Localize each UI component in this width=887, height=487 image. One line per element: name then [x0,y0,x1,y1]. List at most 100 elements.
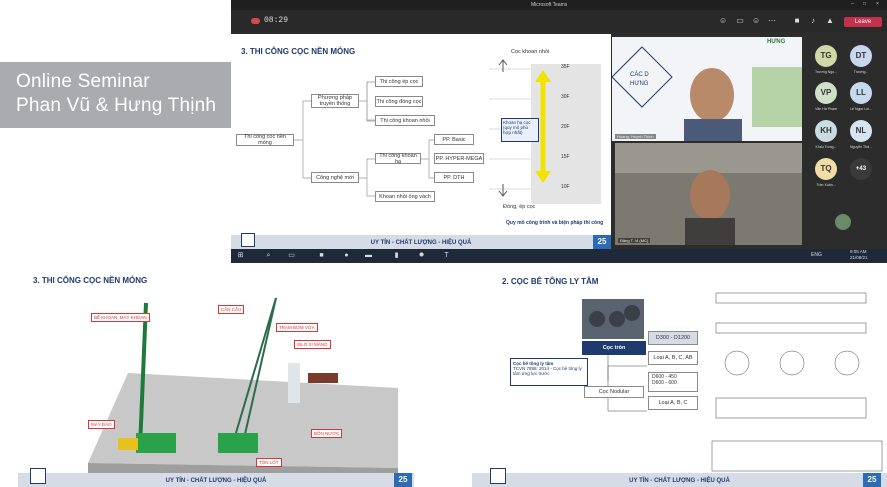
video-tile-presenter[interactable]: HƯNG CÁC D HƯNG Hoang, Huynh Thinh [612,37,802,141]
tree-branch-new-tech: Công nghệ mới [311,172,359,183]
participant-name: Nguyễn Thả... [850,145,872,149]
more-participants-button[interactable]: +43 [850,158,872,180]
tree-item-press: Thi công ép cọc [375,76,423,87]
participants-icon[interactable]: ☺ [719,17,727,25]
presenter-name: Hoang, Huynh Thinh [615,134,656,139]
seminar-title-banner: Online Seminar Phan Vũ & Hưng Thịnh [0,62,246,128]
slide-footer: UY TÍN - CHẤT LƯỢNG - HIỆU QUẢ [18,473,414,487]
camera-icon[interactable]: ■ [793,17,801,25]
nodular-pile-header: Cọc Nodular [584,386,644,398]
main-box-text: TCVN 7888: 2014 - Cọc bê tông ly tâm ứng… [513,366,582,376]
settings-icon[interactable]: ✹ [418,252,425,259]
teams-window: Microsoft Teams – □ × 08:29 ☺ ▭ ☺ ⋯ ■ ♪ … [231,0,887,263]
round-pile-header: Cọc tròn [582,341,646,355]
company-logo-icon [241,233,255,247]
tree-item-casing: Khoan nhồi ống vách [375,191,435,202]
label-excavator: MÁY ĐÀO [88,420,115,429]
outlook-icon[interactable]: ■ [318,252,325,259]
language-indicator[interactable]: ENG [811,252,822,258]
self-avatar[interactable] [835,214,851,230]
participant-avatar[interactable]: DT [850,45,872,67]
chrome-icon[interactable]: ● [343,252,350,259]
folder-icon[interactable]: ▬ [365,252,372,259]
clock-time[interactable]: 9:05 AM [850,249,867,254]
share-icon[interactable]: ▲ [826,17,834,25]
participant-name: Trương... [853,70,869,74]
tree-item-hyper-mega: PP. HYPER-MEGA [434,153,484,164]
tick-20f: 20F [561,124,570,130]
site-illustration [88,297,398,478]
start-icon[interactable]: ⊞ [237,252,244,259]
recording-icon [251,18,260,24]
participant-name: Văn Hà Phạm [815,107,837,111]
participant-name: Lê Ngọc Loi... [850,107,872,111]
shared-slide: 3. THI CÔNG CỌC NỀN MÓNG Thi công cọc nề… [231,34,611,249]
slide-footer: UY TÍN - CHẤT LƯỢNG - HIỆU QUẢ [472,473,887,487]
minimize-icon[interactable]: – [851,1,854,7]
label-grout-pump: TRẠM BƠM VỮA [276,323,318,332]
window-titlebar: Microsoft Teams – □ × [231,0,887,10]
app-icon[interactable]: ▮ [393,252,400,259]
tick-10f: 10F [561,184,570,190]
presenter-slide-fragment-line2: HƯNG [630,81,649,87]
tree-item-dth: PP. DTH [434,172,474,183]
participant-avatar[interactable]: LL [850,82,872,104]
nodular-spec-types: Loại A, B, C [648,396,698,410]
label-steel-plates: TÔN LÓT [256,458,282,467]
participant-avatar[interactable]: NL [850,120,872,142]
tree-item-drive: Thi công đóng cọc [375,96,423,107]
footer-slogan: UY TÍN - CHẤT LƯỢNG - HIỆU QUẢ [629,478,730,484]
leave-button[interactable]: Leave [844,17,882,27]
anniversary-badge: 25 [394,473,412,487]
tree-item-bored: Thi công khoan nhồi [375,115,435,126]
label-drill-rig: BỂ KHOAN, MÁY KHOAN [91,313,150,322]
slide-footer: UY TÍN - CHẤT LƯỢNG - HIỆU QUẢ [231,235,611,249]
participant-avatar[interactable]: KH [815,120,837,142]
task-view-icon[interactable]: ▭ [288,252,295,259]
scale-caption: Quy mô công trình và biện pháp thi công [506,220,604,226]
company-logo-icon [30,468,46,484]
anniversary-badge: 25 [863,473,881,487]
mc-video-scene [615,143,802,245]
clock-date[interactable]: 21/08/21 [850,255,868,260]
windows-taskbar: ⊞ ⌕ ▭ ■ ● ▬ ▮ ✹ T ENG 9:05 AM 21/08/21 [231,249,887,262]
company-logo-icon [490,468,506,484]
meeting-timer: 08:29 [264,16,289,25]
slide-spun-piles: 2. CỌC BÊ TÔNG LY TÂM Cọc bê tông ly tâm… [472,263,887,487]
main-info-box: Cọc bê tông ly tâm TCVN 7888: 2014 - Cọc… [510,358,588,386]
maximize-icon[interactable]: □ [863,1,866,7]
participant-name: Khấu Trung... [815,145,837,149]
participant-name: Trần Xuân... [816,183,836,187]
seminar-title-line2: Phan Vũ & Hưng Thịnh [16,95,217,116]
scale-top-label: Cọc khoan nhồi [511,49,550,55]
scale-bottom-label: Đóng, ép cọc [503,204,536,210]
presenter-slide-fragment-line1: CÁC D [630,72,649,78]
search-icon[interactable]: ⌕ [265,252,272,259]
anniversary-badge: 25 [593,235,611,249]
presenter-slide-fragment-title: HƯNG [767,39,786,45]
round-spec-types: Loại A, B, C, AB [648,351,698,365]
tick-30f: 30F [561,94,570,100]
footer-slogan: UY TÍN - CHẤT LƯỢNG - HIỆU QUẢ [165,478,267,484]
label-water-tank: BỒN NƯỚC [311,429,343,438]
window-title: Microsoft Teams [531,2,568,8]
seminar-title-line1: Online Seminar [16,71,150,92]
participant-avatar[interactable]: VP [815,82,837,104]
scale-mid-label: Khoan hạ cọc (quy mô phù hợp nhất) [501,118,539,142]
tree-item-drill-down: Thi công khoan hạ [375,153,421,165]
video-tile-mc[interactable]: Đặng T. Vi (MC) [615,143,802,245]
footer-slogan: UY TÍN - CHẤT LƯỢNG - HIỆU QUẢ [370,240,472,246]
more-actions-icon[interactable]: ⋯ [768,17,776,25]
chat-icon[interactable]: ▭ [736,17,744,25]
mic-icon[interactable]: ♪ [809,17,817,25]
reactions-icon[interactable]: ☺ [752,17,760,25]
close-icon[interactable]: × [876,1,879,7]
participant-avatar[interactable]: TG [815,45,837,67]
teams-taskbar-icon[interactable]: T [443,252,450,259]
label-crane: CẦN CẨU [218,305,245,314]
participant-avatar[interactable]: TQ [815,158,837,180]
presenter-video-scene [612,37,802,141]
slide-site-layout: 3. THI CÔNG CỌC NỀN MÓNG BỂ KHOAN, MÁY K… [18,263,414,487]
tree-item-basic: PP. Basic [434,134,474,145]
mc-name: Đặng T. Vi (MC) [618,238,651,243]
